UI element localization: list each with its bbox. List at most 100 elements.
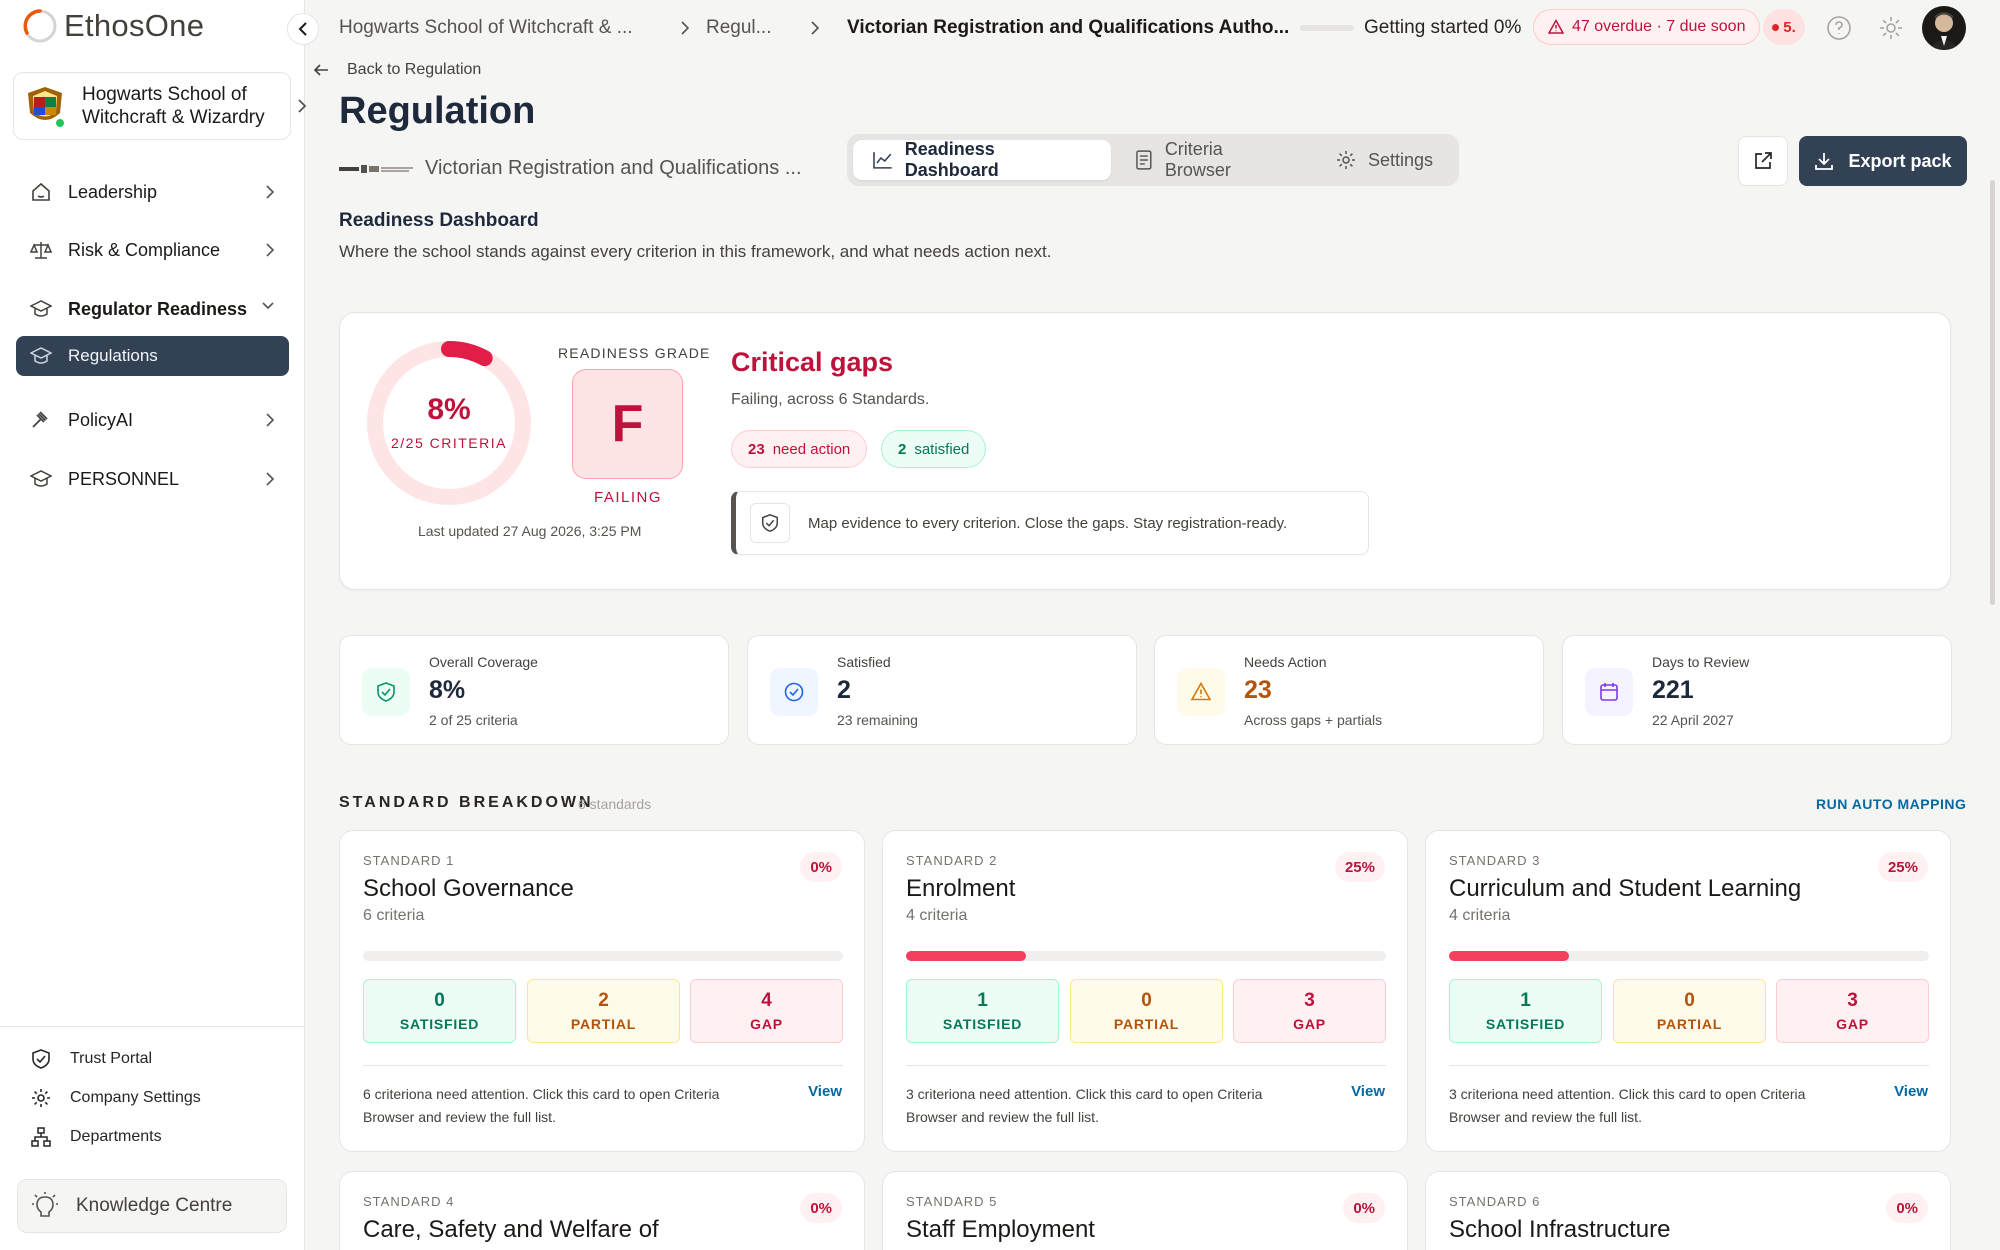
standard-card[interactable]: STANDARD 3 Curriculum and Student Learni… bbox=[1425, 830, 1951, 1152]
sidebar-item-personnel[interactable]: PERSONNEL bbox=[16, 459, 289, 499]
getting-started-progress bbox=[1300, 25, 1354, 31]
gavel-icon bbox=[32, 411, 48, 428]
footer-item-label: Trust Portal bbox=[70, 1050, 153, 1067]
warning-icon bbox=[1548, 19, 1564, 34]
chevron-right-icon[interactable] bbox=[296, 98, 308, 114]
help-icon[interactable] bbox=[1826, 15, 1852, 41]
view-tabs: Readiness Dashboard Criteria Browser Set… bbox=[847, 134, 1459, 186]
satisfied-pill[interactable]: 2 satisfied bbox=[881, 430, 987, 468]
back-link[interactable]: Back to Regulation bbox=[313, 61, 481, 79]
standard-percent-badge: 25% bbox=[1877, 852, 1928, 882]
partial-box: 0 PARTIAL bbox=[1070, 979, 1223, 1043]
standard-percent-badge: 0% bbox=[1343, 1193, 1385, 1223]
stat-label: Needs Action bbox=[1244, 654, 1327, 670]
export-pack-button[interactable]: Export pack bbox=[1799, 136, 1967, 186]
sidebar-item-regulator-readiness[interactable]: Regulator Readiness bbox=[16, 289, 289, 329]
standard-percent-badge: 25% bbox=[1334, 852, 1385, 882]
app-logo[interactable]: EthosOne bbox=[22, 8, 204, 44]
breadcrumb-school[interactable]: Hogwarts School of Witchcraft & ... bbox=[339, 17, 633, 39]
standard-card[interactable]: STANDARD 4 Care, Safety and Welfare of 0… bbox=[339, 1171, 865, 1250]
footer-item-label: Company Settings bbox=[70, 1089, 201, 1106]
standard-number: STANDARD 3 bbox=[1449, 853, 1541, 868]
gap-count: 4 bbox=[761, 990, 772, 1011]
settings-gear-icon[interactable] bbox=[1878, 15, 1904, 41]
gap-count: 3 bbox=[1847, 990, 1858, 1011]
alerts-badge[interactable]: 5. bbox=[1763, 9, 1805, 45]
standard-attention-message: 3 criteriona need attention. Click this … bbox=[906, 1086, 1263, 1125]
stat-card-days-to-review: Days to Review 221 22 April 2027 bbox=[1562, 635, 1952, 745]
page-scrollbar[interactable] bbox=[1990, 180, 1995, 605]
footer-item-departments[interactable]: Departments bbox=[30, 1126, 162, 1148]
standard-card[interactable]: STANDARD 1 School Governance 6 criteria … bbox=[339, 830, 865, 1152]
back-link-label: Back to Regulation bbox=[347, 61, 482, 78]
gear-icon bbox=[1336, 151, 1355, 169]
alert-dot bbox=[1772, 23, 1780, 31]
stat-value: 8% bbox=[429, 676, 466, 704]
warning-icon bbox=[1190, 681, 1212, 701]
sidebar-item-leadership[interactable]: Leadership bbox=[16, 172, 289, 212]
standard-card[interactable]: STANDARD 2 Enrolment 4 criteria 25% 1 SAT… bbox=[882, 830, 1408, 1152]
footer-item-label: Departments bbox=[70, 1128, 162, 1145]
stat-icon-box bbox=[1585, 668, 1633, 716]
satisfied-count: 1 bbox=[977, 990, 988, 1011]
divider bbox=[1449, 1065, 1929, 1066]
overdue-badge[interactable]: 47 overdue · 7 due soon bbox=[1533, 9, 1761, 45]
view-link[interactable]: View bbox=[1351, 1083, 1385, 1100]
chevron-right-icon bbox=[811, 21, 820, 35]
stat-note: 22 April 2027 bbox=[1652, 712, 1734, 728]
gap-label: GAP bbox=[1293, 1016, 1326, 1032]
view-link[interactable]: View bbox=[808, 1083, 842, 1100]
standard-progress-bar bbox=[1449, 951, 1929, 961]
tab-criteria-browser[interactable]: Criteria Browser bbox=[1115, 139, 1312, 180]
tab-settings[interactable]: Settings bbox=[1316, 140, 1453, 180]
standard-attention-message: 3 criteriona need attention. Click this … bbox=[1449, 1086, 1806, 1125]
stat-note: Across gaps + partials bbox=[1244, 712, 1383, 728]
open-external-button[interactable] bbox=[1738, 136, 1788, 186]
shield-check-icon bbox=[377, 682, 395, 702]
getting-started-label[interactable]: Getting started 0% bbox=[1364, 17, 1521, 39]
sidebar-item-label: Regulator Readiness bbox=[68, 298, 248, 319]
sidebar-item-policyai[interactable]: PolicyAI bbox=[16, 400, 289, 440]
coverage-criteria: 2/25 CRITERIA bbox=[391, 435, 507, 451]
sidebar-item-regulations[interactable]: Regulations bbox=[16, 336, 289, 376]
org-switcher[interactable]: Hogwarts School of Witchcraft & Wizardry bbox=[13, 72, 291, 140]
standard-attention-message: 6 criteriona need attention. Click this … bbox=[363, 1086, 720, 1125]
view-link[interactable]: View bbox=[1894, 1083, 1928, 1100]
download-icon bbox=[1815, 153, 1834, 170]
breadcrumb-regulation[interactable]: Regul... bbox=[706, 17, 771, 39]
standard-number: STANDARD 2 bbox=[906, 853, 998, 868]
gap-label: GAP bbox=[750, 1016, 783, 1032]
knowledge-centre-label: Knowledge Centre bbox=[76, 1195, 233, 1216]
graduation-cap-icon bbox=[30, 300, 52, 317]
user-avatar[interactable] bbox=[1922, 6, 1966, 50]
sidebar: EthosOne Hogwarts School of Witchcraft &… bbox=[0, 0, 308, 1250]
footer-item-trust-portal[interactable]: Trust Portal bbox=[30, 1048, 152, 1070]
house-icon bbox=[32, 182, 50, 201]
standard-progress-fill bbox=[1449, 951, 1569, 961]
need-action-pill[interactable]: 23 need action bbox=[731, 430, 868, 468]
sidebar-item-label: PolicyAI bbox=[68, 409, 134, 430]
org-chart-icon bbox=[31, 1127, 51, 1147]
ethosone-logo-icon bbox=[23, 9, 57, 43]
standard-name: Staff Employment bbox=[906, 1216, 1095, 1243]
readiness-summary-card: 8% 2/25 CRITERIA Last updated 27 Aug 202… bbox=[339, 312, 1951, 590]
external-link-icon bbox=[1755, 152, 1772, 169]
run-auto-mapping-button[interactable]: RUN AUTO MAPPING bbox=[1816, 796, 1966, 812]
sidebar-item-label: Leadership bbox=[68, 181, 158, 202]
readiness-tagline: Map evidence to every criterion. Close t… bbox=[731, 491, 1369, 555]
standard-criteria-count: 6 criteria bbox=[363, 907, 425, 924]
need-action-count: 23 bbox=[748, 440, 765, 458]
tab-readiness-dashboard[interactable]: Readiness Dashboard bbox=[853, 139, 1112, 180]
document-list-icon bbox=[1136, 150, 1152, 170]
collapse-sidebar-button[interactable] bbox=[287, 13, 319, 45]
standard-card[interactable]: STANDARD 6 School Infrastructure 0% bbox=[1425, 1171, 1951, 1250]
gap-box: 4 GAP bbox=[690, 979, 843, 1043]
check-circle-icon bbox=[784, 682, 804, 702]
knowledge-centre-button[interactable]: Knowledge Centre bbox=[17, 1179, 287, 1233]
standard-card[interactable]: STANDARD 5 Staff Employment 0% bbox=[882, 1171, 1408, 1250]
footer-item-company-settings[interactable]: Company Settings bbox=[30, 1087, 201, 1109]
sidebar-item-risk-compliance[interactable]: Risk & Compliance bbox=[16, 230, 289, 270]
standard-progress-fill bbox=[906, 951, 1026, 961]
calendar-icon bbox=[1600, 683, 1618, 701]
stat-icon-box bbox=[770, 668, 818, 716]
